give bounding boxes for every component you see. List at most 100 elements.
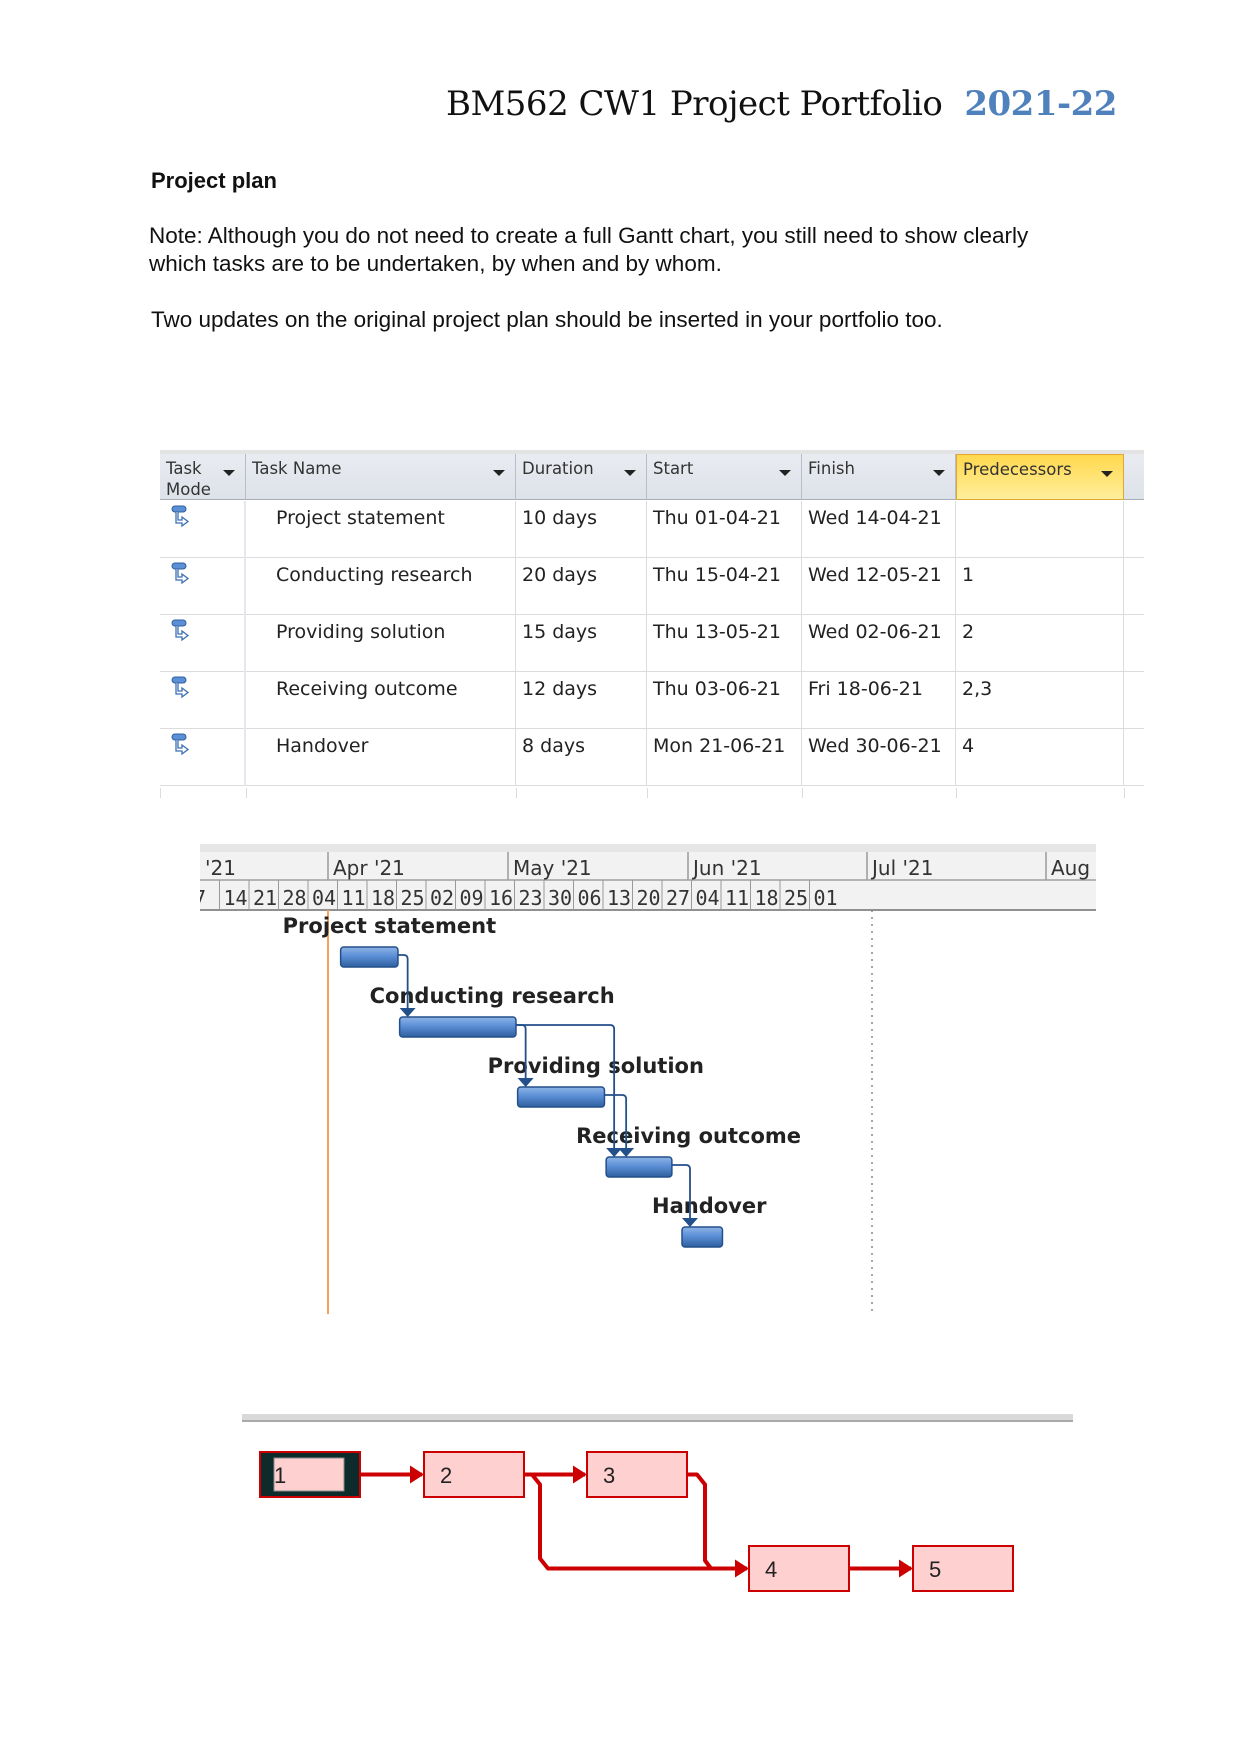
filter-dropdown-icon[interactable] [779, 470, 791, 476]
task-finish-cell[interactable]: Wed 12-05-21 [802, 558, 956, 615]
table-row[interactable]: Project statement 10 days Thu 01-04-21 Wed … [160, 501, 1144, 558]
month-label: May '21 [513, 856, 592, 880]
column-header-next-partial[interactable] [1124, 454, 1144, 500]
link-3-4 [687, 1472, 713, 1570]
task-predecessors-cell[interactable]: 4 [956, 729, 1124, 786]
task-extra-cell[interactable] [1124, 501, 1144, 558]
arrowhead-1-2 [410, 1465, 424, 1484]
task-finish-cell[interactable]: Wed 14-04-21 [802, 501, 956, 558]
task-predecessors-cell[interactable]: 1 [956, 558, 1124, 615]
week-label: 16 [489, 886, 513, 910]
task-start-cell[interactable]: Thu 13-05-21 [647, 615, 802, 672]
task-predecessors-cell[interactable] [956, 501, 1124, 558]
task-name-cell[interactable]: Conducting research [246, 558, 516, 615]
task-name-cell[interactable]: Project statement [246, 501, 516, 558]
task-extra-cell[interactable] [1124, 672, 1144, 729]
filter-dropdown-icon[interactable] [1101, 471, 1113, 477]
week-label: 7 [200, 886, 206, 910]
arrowhead-4-5 [899, 1559, 913, 1578]
arrowhead-to-4 [735, 1559, 749, 1578]
column-header-task-mode[interactable]: Task Mode [160, 454, 246, 500]
filter-dropdown-icon[interactable] [624, 470, 636, 476]
network-svg: 1 2 3 4 5 [242, 1414, 1073, 1592]
task-mode-cell[interactable] [160, 672, 246, 729]
task-duration-cell[interactable]: 15 days [516, 615, 647, 672]
task-start-cell[interactable]: Mon 21-06-21 [647, 729, 802, 786]
week-label: 06 [578, 886, 602, 910]
dependency-arrowhead [618, 1148, 635, 1157]
task-mode-cell[interactable] [160, 729, 246, 786]
task-node-id: 4 [765, 1557, 777, 1582]
task-start-cell[interactable]: Thu 15-04-21 [647, 558, 802, 615]
task-predecessors-cell[interactable]: 2,3 [956, 672, 1124, 729]
table-row[interactable]: Providing solution 15 days Thu 13-05-21 Wed… [160, 615, 1144, 672]
task-finish-cell[interactable]: Fri 18-06-21 [802, 672, 956, 729]
task-node[interactable] [423, 1451, 525, 1498]
task-mode-cell[interactable] [160, 501, 246, 558]
week-label: 25 [784, 886, 808, 910]
updates-paragraph: Two updates on the original project plan… [151, 307, 943, 332]
table-row[interactable]: Receiving outcome 12 days Thu 03-06-21 Fri … [160, 672, 1144, 729]
gantt-bar[interactable] [398, 1016, 517, 1038]
task-table: Task Mode Task Name Duration Start Finis… [160, 450, 1144, 798]
column-header-task-name[interactable]: Task Name [246, 454, 516, 500]
task-mode-cell[interactable] [160, 615, 246, 672]
gantt-bar[interactable] [339, 946, 399, 968]
gantt-bar[interactable] [605, 1156, 673, 1178]
column-header-label: Finish [808, 459, 855, 478]
task-finish-cell[interactable]: Wed 30-06-21 [802, 729, 956, 786]
task-node-id: 5 [929, 1557, 941, 1582]
task-finish-cell[interactable]: Wed 02-06-21 [802, 615, 956, 672]
task-duration-cell[interactable]: 20 days [516, 558, 647, 615]
arrowhead-2-3 [573, 1465, 587, 1484]
network-diagram: 1 2 3 4 5 [240, 1410, 1080, 1610]
task-mode-cell[interactable] [160, 558, 246, 615]
week-label: 18 [371, 886, 395, 910]
column-header-finish[interactable]: Finish [802, 454, 956, 500]
task-extra-cell[interactable] [1124, 558, 1144, 615]
week-label: 27 [666, 886, 690, 910]
task-duration-cell[interactable]: 12 days [516, 672, 647, 729]
task-start-cell[interactable]: Thu 01-04-21 [647, 501, 802, 558]
task-node[interactable] [586, 1451, 688, 1498]
document-title: BM562 CW1 Project Portfolio 2021-22 [446, 84, 1117, 124]
month-label: Aug [1051, 856, 1090, 880]
column-header-predecessors[interactable]: Predecessors [956, 454, 1124, 500]
task-name-cell[interactable]: Receiving outcome [246, 672, 516, 729]
task-start-cell[interactable]: Thu 03-06-21 [647, 672, 802, 729]
gantt-bar[interactable] [681, 1226, 724, 1248]
week-label: 13 [607, 886, 631, 910]
month-label: Jul '21 [870, 856, 933, 880]
task-node[interactable] [912, 1545, 1014, 1592]
month-label: Apr '21 [333, 856, 405, 880]
section-heading: Project plan [151, 168, 277, 193]
week-label: 30 [548, 886, 572, 910]
auto-scheduled-task-icon [171, 676, 190, 699]
column-header-duration[interactable]: Duration [516, 454, 647, 500]
table-row[interactable]: Conducting research 20 days Thu 15-04-21 We… [160, 558, 1144, 615]
week-label: 09 [460, 886, 484, 910]
table-row[interactable]: Handover 8 days Mon 21-06-21 Wed 30-06-21 4 [160, 729, 1144, 786]
filter-dropdown-icon[interactable] [493, 470, 505, 476]
dependency-arrowhead [399, 1008, 416, 1017]
task-extra-cell[interactable] [1124, 615, 1144, 672]
week-label: 01 [814, 886, 838, 910]
task-extra-cell[interactable] [1124, 729, 1144, 786]
gantt-bar[interactable] [516, 1086, 606, 1108]
table-empty-row [160, 788, 1144, 798]
column-header-label: Task Mode [166, 459, 211, 499]
column-header-label: Start [653, 459, 694, 478]
week-label: 02 [430, 886, 454, 910]
task-predecessors-cell[interactable]: 2 [956, 615, 1124, 672]
task-duration-cell[interactable]: 10 days [516, 501, 647, 558]
week-label: 28 [283, 886, 307, 910]
dependency-arrowhead [517, 1078, 534, 1087]
filter-dropdown-icon[interactable] [223, 470, 235, 476]
task-name-cell[interactable]: Handover [246, 729, 516, 786]
column-header-start[interactable]: Start [647, 454, 802, 500]
title-text: BM562 CW1 Project Portfolio [446, 84, 943, 124]
task-node[interactable] [748, 1545, 850, 1592]
task-duration-cell[interactable]: 8 days [516, 729, 647, 786]
task-name-cell[interactable]: Providing solution [246, 615, 516, 672]
filter-dropdown-icon[interactable] [933, 470, 945, 476]
